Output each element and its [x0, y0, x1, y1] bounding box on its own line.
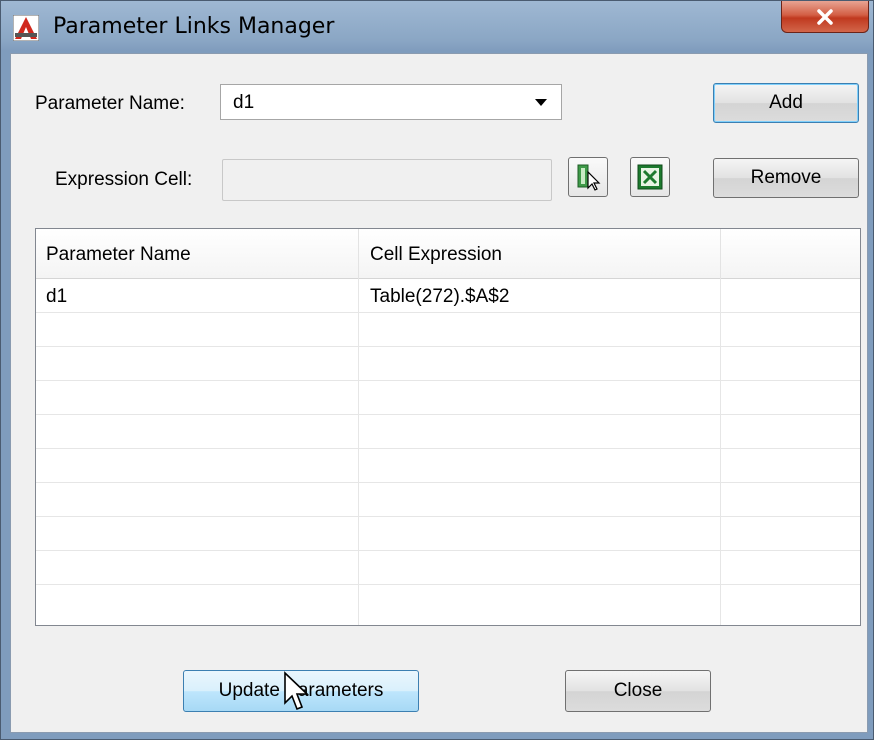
expression-cell-label: Expression Cell: — [55, 169, 193, 190]
table-row[interactable] — [36, 517, 860, 551]
table-row[interactable] — [36, 483, 860, 517]
title-bar: Parameter Links Manager — [1, 1, 874, 53]
column-header-cell-expression[interactable]: Cell Expression — [370, 244, 502, 266]
pick-cell-icon — [577, 164, 601, 191]
chevron-down-icon — [535, 99, 547, 106]
parameter-links-table[interactable]: Parameter Name Cell Expression d1 Table(… — [35, 228, 861, 626]
table-row[interactable] — [36, 449, 860, 483]
parameter-name-label: Parameter Name: — [35, 93, 185, 114]
mouse-cursor-icon — [284, 671, 309, 711]
add-button[interactable]: Add — [713, 83, 859, 123]
dialog-client-area: Parameter Name: d1 Add Expression Cell: … — [10, 53, 868, 733]
table-row[interactable] — [36, 381, 860, 415]
close-button[interactable]: Close — [565, 670, 711, 712]
dialog-window: Parameter Links Manager Parameter Name: … — [0, 0, 874, 740]
cell-expression: Table(272).$A$2 — [370, 286, 510, 307]
parameter-name-value: d1 — [233, 92, 255, 113]
table-row[interactable] — [36, 415, 860, 449]
pick-cell-button[interactable] — [568, 157, 608, 197]
column-divider[interactable] — [720, 229, 721, 279]
close-icon — [817, 8, 833, 25]
remove-button[interactable]: Remove — [713, 158, 859, 198]
table-row[interactable] — [36, 347, 860, 381]
open-excel-button[interactable] — [630, 157, 670, 197]
close-window-button[interactable] — [781, 1, 869, 33]
parameter-name-dropdown[interactable]: d1 — [220, 84, 562, 120]
column-divider[interactable] — [358, 229, 359, 279]
table-header: Parameter Name Cell Expression — [36, 229, 860, 279]
column-header-parameter-name[interactable]: Parameter Name — [46, 244, 191, 266]
autocad-app-icon — [13, 15, 39, 41]
table-row[interactable] — [36, 313, 860, 347]
cell-parameter-name: d1 — [46, 286, 68, 307]
expression-cell-input[interactable] — [222, 159, 552, 201]
table-row[interactable]: d1 Table(272).$A$2 — [36, 279, 860, 313]
table-row[interactable] — [36, 551, 860, 585]
table-row[interactable] — [36, 585, 860, 619]
window-title: Parameter Links Manager — [53, 14, 335, 39]
excel-icon — [637, 164, 663, 190]
